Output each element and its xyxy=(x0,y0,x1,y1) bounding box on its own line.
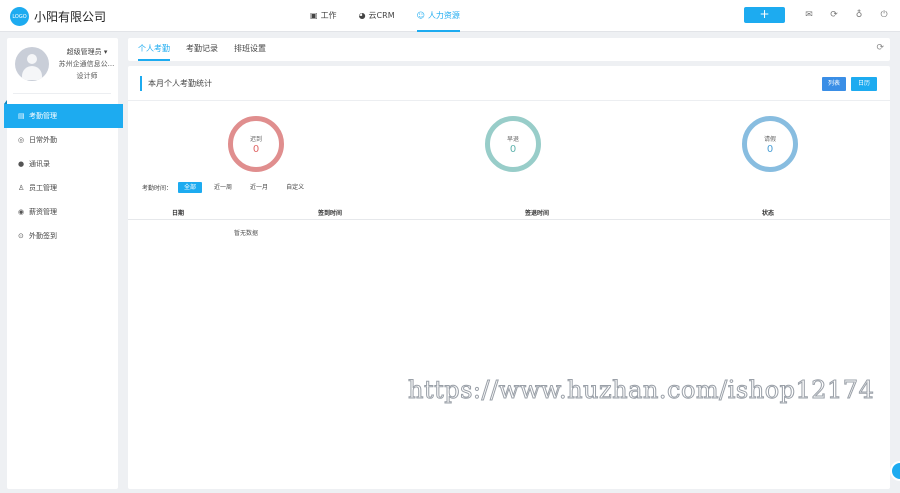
filter-last-week[interactable]: 近一周 xyxy=(208,182,238,193)
contacts-icon: ● xyxy=(18,160,25,168)
table-header: 日期 签到时间 签退时间 状态 xyxy=(128,206,890,220)
refresh-icon[interactable]: ⟳ xyxy=(876,43,884,53)
sidebar-menu: ▤ 考勤管理 ◎ 日常外勤 ● 通讯录 ♙ 员工管理 ◉ 薪资管理 ⊙ 外勤签到 xyxy=(4,100,123,248)
sidebar: 超级管理员 ▾ 苏州企通信息公... 设计师 ▤ 考勤管理 ◎ 日常外勤 ● 通… xyxy=(4,38,123,489)
topnav-hr[interactable]: ☺ 人力资源 xyxy=(416,0,460,32)
early-leave-stat-ring: 早退 0 xyxy=(485,116,541,172)
sidebar-divider xyxy=(13,93,111,94)
sidebar-item-attendance[interactable]: ▤ 考勤管理 xyxy=(4,100,123,128)
top-bar: LOGO 小阳有限公司 ▣ 工作 ◕ 云CRM ☺ 人力资源 + ✉ ⟳ ♁ ⏻ xyxy=(0,0,900,32)
staff-icon: ♙ xyxy=(18,184,25,192)
empty-state: 暂无数据 xyxy=(234,230,259,237)
logo: LOGO xyxy=(10,7,29,26)
attendance-icon: ▤ xyxy=(18,112,25,120)
late-stat-label: 迟到 xyxy=(249,136,262,143)
topnav-crm-label: 云CRM xyxy=(368,10,395,20)
sidebar-item-label: 外勤签到 xyxy=(29,232,57,240)
user-role-dropdown[interactable]: 超级管理员 ▾ xyxy=(57,47,117,57)
column-date: 日期 xyxy=(172,210,185,217)
watermark: https://www.huzhan.com/ishop12174 xyxy=(407,376,875,405)
top-nav: ▣ 工作 ◕ 云CRM ☺ 人力资源 xyxy=(310,0,482,32)
early-leave-stat-value: 0 xyxy=(509,144,517,155)
sidebar-item-checkin[interactable]: ⊙ 外勤签到 xyxy=(7,224,118,248)
topnav-work[interactable]: ▣ 工作 xyxy=(310,0,337,32)
briefcase-icon: ▣ xyxy=(310,10,318,20)
sidebar-item-label: 员工管理 xyxy=(29,184,57,192)
power-icon[interactable]: ⏻ xyxy=(878,9,890,21)
calendar-view-button[interactable]: 日历 xyxy=(851,77,877,91)
filter-label: 考勤时间： xyxy=(142,185,173,192)
avatar-body xyxy=(22,66,42,80)
crm-icon: ◕ xyxy=(358,10,366,20)
list-view-button[interactable]: 列表 xyxy=(822,77,846,91)
avatar-head xyxy=(27,54,37,64)
column-status: 状态 xyxy=(762,210,775,217)
sidebar-item-staff[interactable]: ♙ 员工管理 xyxy=(7,176,118,200)
leave-stat-ring: 请假 0 xyxy=(742,116,798,172)
sidebar-item-label: 通讯录 xyxy=(29,160,50,168)
chat-bubble-icon[interactable] xyxy=(890,461,900,481)
sidebar-item-label: 薪资管理 xyxy=(29,208,57,216)
user-company: 苏州企通信息公... xyxy=(58,60,115,68)
leave-stat-value: 0 xyxy=(766,144,774,155)
sidebar-item-label: 日常外勤 xyxy=(29,136,57,144)
user-title: 设计师 xyxy=(76,72,98,80)
filter-custom[interactable]: 自定义 xyxy=(280,182,310,193)
tab-shift-settings[interactable]: 排班设置 xyxy=(234,38,266,61)
filter-last-month[interactable]: 近一月 xyxy=(244,182,274,193)
sidebar-item-field-work[interactable]: ◎ 日常外勤 xyxy=(7,128,118,152)
sync-icon[interactable]: ⟳ xyxy=(828,9,840,21)
sidebar-item-salary[interactable]: ◉ 薪资管理 xyxy=(7,200,118,224)
topnav-hr-label: 人力资源 xyxy=(427,10,460,20)
early-leave-stat-label: 早退 xyxy=(506,136,519,143)
column-checkout-time: 签退时间 xyxy=(525,210,550,217)
leave-stat-label: 请假 xyxy=(763,136,776,143)
mail-icon[interactable]: ✉ xyxy=(803,9,815,21)
app-title: 小阳有限公司 xyxy=(34,10,107,24)
sidebar-item-label: 考勤管理 xyxy=(29,112,57,120)
tab-bar: 个人考勤 考勤记录 排班设置 ⟳ xyxy=(128,38,890,61)
pin-icon: ⊙ xyxy=(18,232,24,240)
location-icon: ◎ xyxy=(18,136,25,144)
late-stat-value: 0 xyxy=(252,144,260,155)
title-divider xyxy=(128,100,890,101)
avatar[interactable] xyxy=(15,47,49,81)
main-panel: 本月个人考勤统计 列表 日历 迟到 0 早退 0 请假 0 考勤时间： 全部 近… xyxy=(128,66,890,489)
sidebar-item-contacts[interactable]: ● 通讯录 xyxy=(7,152,118,176)
topnav-work-label: 工作 xyxy=(320,10,337,20)
tab-attendance-records[interactable]: 考勤记录 xyxy=(186,38,218,61)
salary-icon: ◉ xyxy=(18,208,25,216)
time-filter: 考勤时间： 全部 近一周 近一月 自定义 xyxy=(142,182,310,193)
tab-personal-attendance[interactable]: 个人考勤 xyxy=(138,38,170,61)
topnav-crm[interactable]: ◕ 云CRM xyxy=(359,0,395,32)
users-icon: ☺ xyxy=(416,10,425,20)
add-button[interactable]: + xyxy=(744,7,785,23)
column-checkin-time: 签到时间 xyxy=(318,210,343,217)
bulb-icon[interactable]: ♁ xyxy=(853,9,865,21)
late-stat-ring: 迟到 0 xyxy=(228,116,284,172)
section-title: 本月个人考勤统计 xyxy=(140,76,212,91)
filter-all[interactable]: 全部 xyxy=(178,182,203,193)
